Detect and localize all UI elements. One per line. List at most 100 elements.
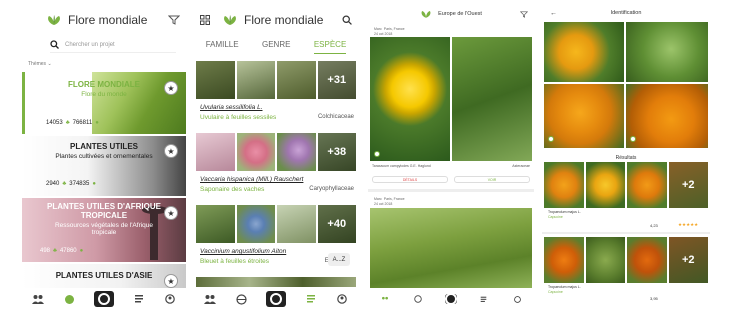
- search-icon: [50, 40, 59, 49]
- details-button[interactable]: DÉTAILS: [372, 176, 448, 183]
- observation-date: 24 oct 2018: [374, 31, 393, 36]
- profile-icon[interactable]: [335, 292, 349, 306]
- thumbnail: [585, 162, 625, 208]
- result-common-name: Capucine: [548, 215, 563, 219]
- result-name[interactable]: Tropaeolum majus L.: [548, 210, 581, 214]
- community-icon[interactable]: [378, 292, 392, 306]
- tab-genus[interactable]: GENRE: [262, 40, 290, 54]
- divider: [368, 189, 534, 192]
- community-icon[interactable]: [203, 292, 217, 306]
- profile-icon[interactable]: [510, 292, 524, 306]
- species-caption: Taraxacum campylodes G.E. Haglund: [372, 164, 431, 168]
- search-icon[interactable]: [342, 15, 352, 25]
- observation-photo-dandelion[interactable]: [370, 37, 450, 161]
- species-common-name: Uvulaire à feuilles sessiles: [200, 114, 277, 121]
- observation-meta: Marc Paris, France 24 oct 2018: [374, 197, 405, 206]
- thumbnail: [544, 237, 584, 283]
- observation-photo-ground[interactable]: [370, 208, 532, 288]
- query-photo: [544, 84, 624, 148]
- globe-icon[interactable]: [62, 292, 76, 306]
- camera-button[interactable]: [265, 291, 286, 307]
- species-thumbnails[interactable]: +31: [196, 61, 356, 99]
- result-common-name: Capucine: [548, 290, 563, 294]
- species-scientific-name[interactable]: Vaccaria hispanica (Mill.) Rauschert: [200, 176, 303, 183]
- list-icon[interactable]: [304, 292, 318, 306]
- thumbnail: [277, 205, 316, 243]
- bottom-nav: [194, 288, 358, 310]
- thumbnail: [627, 237, 667, 283]
- more-photos-count: +31: [317, 61, 356, 99]
- filter-icon[interactable]: [168, 15, 180, 25]
- species-scientific-name[interactable]: Uvularia sessilifolia L.: [200, 104, 263, 111]
- search-placeholder: Chercher un projet: [65, 41, 115, 48]
- card-title: FLORE MONDIALE: [68, 80, 140, 89]
- view-button[interactable]: VOIR: [454, 176, 530, 183]
- project-card-tropical-africa[interactable]: PLANTES UTILES D'AFRIQUE TROPICALE Resso…: [22, 198, 186, 262]
- query-photo: [626, 84, 708, 148]
- globe-icon[interactable]: [234, 292, 248, 306]
- observation-place: Paris, France: [383, 197, 405, 201]
- more-photos-count: +2: [668, 162, 708, 208]
- thumbnail: [196, 61, 235, 99]
- community-icon[interactable]: [31, 292, 45, 306]
- project-card-world-flora[interactable]: FLORE MONDIALE Flore du monde 14053 ♣ 76…: [22, 72, 186, 134]
- tab-species[interactable]: ESPÈCE: [313, 40, 347, 54]
- species-common-name: Saponaire des vaches: [200, 186, 265, 193]
- list-icon[interactable]: [477, 292, 491, 306]
- card-title: PLANTES UTILES D'ASIE: [55, 271, 153, 280]
- grid-icon[interactable]: [200, 15, 210, 25]
- tab-family[interactable]: FAMILLE: [206, 40, 239, 54]
- species-scientific-name[interactable]: Vaccinium angustifolium Aiton: [200, 248, 286, 255]
- result-thumbnails[interactable]: +2: [544, 162, 708, 208]
- species-icon: ♣: [53, 248, 57, 254]
- bottom-nav: [22, 288, 186, 310]
- result-rating: ★★★★★: [678, 222, 699, 227]
- profile-icon[interactable]: [163, 292, 177, 306]
- card-title: PLANTES UTILES D'AFRIQUE TROPICALE: [47, 202, 161, 220]
- screen-identification: ← Identification Résultats +2 Tropaeolum…: [542, 0, 710, 310]
- thumbnail: [544, 162, 584, 208]
- bottom-nav: [368, 288, 534, 310]
- photo-icon: ●: [95, 120, 99, 126]
- filter-icon[interactable]: [520, 11, 528, 18]
- flower-badge-icon: [630, 136, 636, 142]
- more-photos-count: +38: [317, 133, 356, 171]
- themes-label[interactable]: Thèmes ⌄: [28, 61, 52, 67]
- header: Flore mondiale: [22, 0, 186, 40]
- card-subtitle: Flore du monde: [81, 91, 127, 98]
- app-logo-icon: [420, 10, 432, 18]
- thumbnail: [196, 205, 235, 243]
- card-stats: 2940 ♣ 374835 ●: [46, 181, 96, 187]
- species-icon: ♣: [65, 120, 70, 126]
- camera-button[interactable]: [444, 294, 457, 304]
- favorite-star-icon[interactable]: ★: [164, 144, 178, 158]
- favorite-star-icon[interactable]: ★: [164, 206, 178, 220]
- project-card-useful-plants[interactable]: PLANTES UTILES Plantes cultivées et orne…: [22, 136, 186, 196]
- species-thumbnails[interactable]: +38: [196, 133, 356, 171]
- observer-name[interactable]: Marc: [374, 27, 382, 31]
- list-icon[interactable]: [132, 292, 146, 306]
- thumbnail: [236, 61, 275, 99]
- result-name[interactable]: Tropaeolum majus L.: [548, 285, 581, 289]
- thumbnail: +31: [317, 61, 356, 99]
- screen-projects: Flore mondiale Chercher un projet Thèmes…: [22, 0, 186, 310]
- app-logo-icon: [46, 15, 62, 25]
- result-score: 3,95: [650, 296, 658, 301]
- globe-icon[interactable]: [411, 292, 425, 306]
- project-card-asia[interactable]: PLANTES UTILES D'ASIE ★: [22, 264, 186, 288]
- result-thumbnails[interactable]: +2: [544, 237, 708, 283]
- thumbnail: [585, 237, 625, 283]
- thumbnail: [236, 133, 275, 171]
- observation-photo-leaves[interactable]: [452, 37, 532, 161]
- query-photo: [544, 22, 624, 82]
- observer-name[interactable]: Marc: [374, 197, 382, 201]
- alphabetical-sort-button[interactable]: A...Z: [328, 253, 350, 266]
- photo-icon: ●: [92, 181, 96, 187]
- thumbnail: [627, 162, 667, 208]
- search-bar[interactable]: Chercher un projet: [50, 37, 176, 53]
- species-thumbnails[interactable]: +40: [196, 205, 356, 243]
- camera-button[interactable]: [93, 291, 114, 307]
- card-stats: 498 ♣ 47860 ●: [40, 248, 84, 254]
- favorite-star-icon[interactable]: ★: [164, 81, 178, 95]
- favorite-star-icon[interactable]: ★: [164, 274, 178, 288]
